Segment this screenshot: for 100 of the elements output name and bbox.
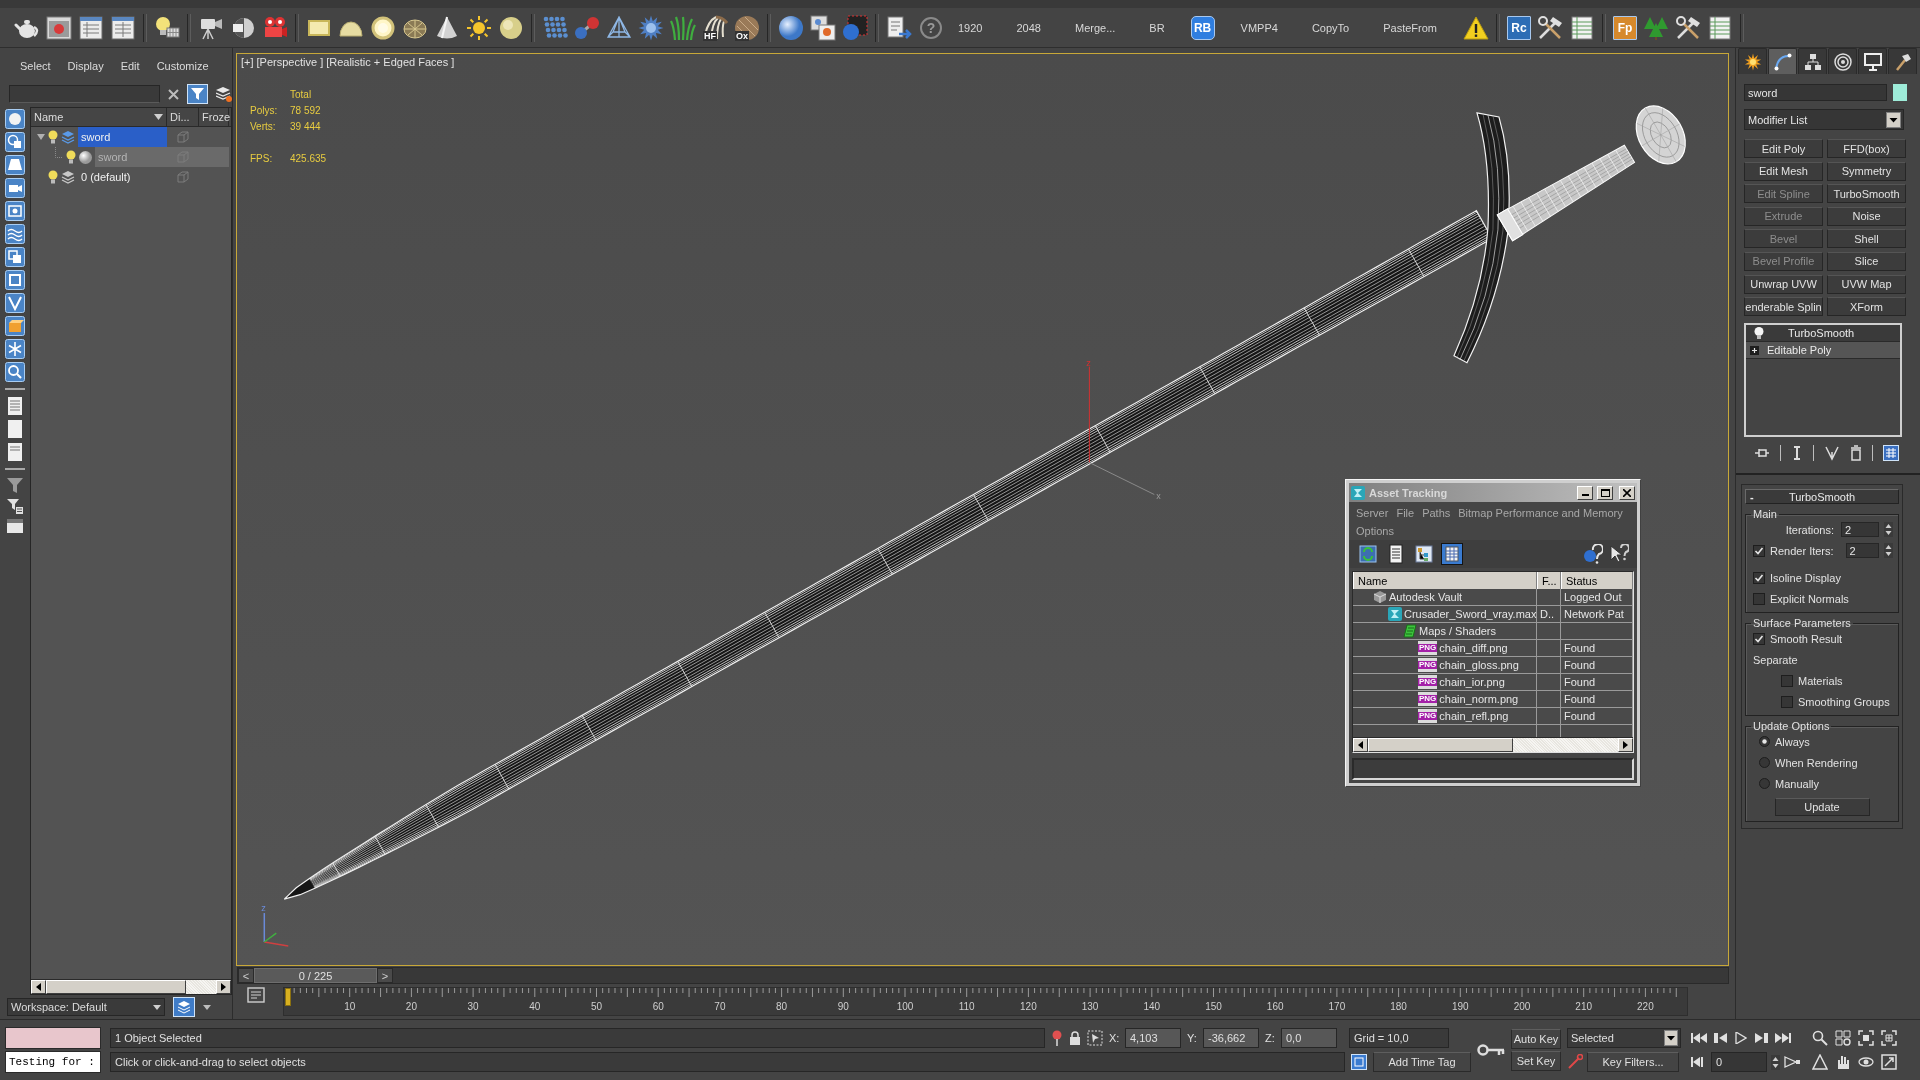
scrollbar-thumb[interactable]	[1368, 738, 1513, 752]
minimize-button[interactable]	[1577, 485, 1593, 500]
object-name-field[interactable]: sword	[1744, 84, 1887, 101]
magnifier-tile-icon[interactable]	[5, 362, 25, 382]
funnel-list-icon[interactable]	[6, 497, 24, 515]
checkbox[interactable]	[1753, 571, 1765, 584]
column-header[interactable]: Status	[1561, 572, 1633, 589]
bulb-icon[interactable]	[48, 170, 58, 184]
trapezoid-tile-icon[interactable]	[5, 155, 25, 175]
spinner-arrows-icon[interactable]	[1771, 1054, 1780, 1070]
shapes-tile-icon[interactable]	[5, 132, 25, 152]
sphere-icon[interactable]	[498, 14, 524, 41]
key-icon[interactable]	[1477, 1043, 1505, 1057]
sphere-icon[interactable]	[778, 14, 804, 41]
modifier-button[interactable]: TurboSmooth	[1827, 184, 1906, 204]
checkbox[interactable]	[1753, 632, 1765, 645]
menu-item[interactable]: Customize	[156, 60, 209, 72]
document-icon[interactable]	[7, 442, 23, 462]
tree-item[interactable]: sword	[78, 127, 167, 147]
bulb-icon[interactable]	[1754, 327, 1764, 340]
menu-item[interactable]: Edit	[120, 60, 140, 72]
checkbox-label[interactable]: Render Iters:	[1770, 544, 1834, 557]
modifier-button[interactable]: Edit Poly	[1744, 139, 1823, 158]
close-icon[interactable]	[168, 88, 179, 100]
track-bar[interactable]: 10 20 30 40 50 60 70 80 90 100 110 120 130 140 150 160 170 180 190 200 210 220	[283, 987, 1688, 1016]
asset-name[interactable]: chain_ior.png	[1439, 676, 1505, 688]
panel-tab[interactable]	[1798, 48, 1827, 74]
triangle-icon[interactable]	[1812, 1054, 1828, 1070]
funnel-icon[interactable]	[187, 84, 208, 104]
bulb-grid-icon[interactable]	[154, 14, 180, 41]
modifier-button[interactable]: FFD(box)	[1827, 139, 1906, 158]
layers-icon[interactable]	[216, 86, 232, 102]
modifier-list-dropdown[interactable]: Modifier List	[1744, 109, 1904, 130]
panel-tab[interactable]	[1768, 48, 1797, 74]
tile-icon[interactable]	[1351, 1054, 1367, 1070]
modifier-button[interactable]: UVW Map	[1827, 274, 1906, 294]
bulb-icon[interactable]	[48, 130, 58, 144]
asset-name[interactable]: chain_gloss.png	[1439, 659, 1519, 671]
pyramid-icon[interactable]	[606, 14, 632, 41]
input-field[interactable]	[5, 1027, 101, 1049]
hand-icon[interactable]	[1835, 1054, 1851, 1070]
document-arrow-icon[interactable]	[886, 14, 912, 41]
funnel-icon[interactable]	[6, 476, 24, 494]
frame-icon[interactable]	[1858, 1030, 1874, 1046]
column-header[interactable]: Name	[31, 108, 167, 126]
time-slider-thumb[interactable]: 0 / 225	[254, 968, 377, 983]
modifier-button[interactable]: Symmetry	[1827, 161, 1906, 181]
asset-name[interactable]: Crusader_Sword_vray.max	[1404, 608, 1537, 620]
checkbox-label[interactable]: Explicit Normals	[1770, 592, 1849, 605]
refresh-icon[interactable]	[1357, 543, 1379, 565]
next-frame-button[interactable]: >	[377, 968, 393, 983]
modifier-button[interactable]: Slice	[1827, 251, 1906, 271]
column-header[interactable]: Di...	[167, 108, 199, 126]
go-to-start-icon[interactable]	[1691, 1032, 1707, 1044]
checkbox-label[interactable]: Smooth Result	[1770, 632, 1843, 645]
image-tree-icon[interactable]	[1413, 543, 1435, 565]
render-window-icon[interactable]	[46, 14, 72, 41]
radio-button[interactable]	[1759, 778, 1770, 790]
asset-name[interactable]: chain_refl.png	[1439, 710, 1509, 722]
squares-tile-icon[interactable]	[5, 247, 25, 267]
table-icon[interactable]	[1707, 14, 1733, 41]
asset-name[interactable]: Maps / Shaders	[1419, 625, 1497, 637]
add-time-tag-button[interactable]: Add Time Tag	[1373, 1052, 1471, 1072]
eye-icon[interactable]	[1858, 1054, 1874, 1070]
menu-item[interactable]: Display	[67, 60, 104, 72]
radio-button[interactable]	[1759, 757, 1770, 769]
grass-icon[interactable]	[670, 14, 696, 41]
panel-icon[interactable]	[6, 518, 24, 534]
coordinate-field[interactable]: 0,0	[1281, 1028, 1337, 1048]
close-button[interactable]	[1619, 485, 1635, 500]
scroll-left-button[interactable]	[31, 980, 46, 994]
modifier-button[interactable]: Shell	[1827, 229, 1906, 249]
radio-label[interactable]: When Rendering	[1775, 756, 1858, 769]
dot-frame-tile-icon[interactable]	[5, 201, 25, 221]
ring-icon[interactable]	[370, 14, 396, 41]
expand-triangle-icon[interactable]	[37, 133, 45, 141]
update-button[interactable]: Update	[1774, 798, 1870, 817]
spinner-field[interactable]: 2	[1845, 543, 1879, 559]
logo-button[interactable]: RB	[1190, 15, 1215, 40]
table-icon[interactable]	[1569, 14, 1595, 41]
previous-frame-icon[interactable]	[1714, 1032, 1728, 1044]
set-key-button[interactable]: Set Key	[1511, 1051, 1561, 1071]
toolbar-text-button[interactable]: 1920	[950, 17, 991, 38]
scroll-right-button[interactable]	[216, 980, 231, 994]
toolbar-text-button[interactable]: VMPP4	[1232, 17, 1286, 38]
warning-icon[interactable]	[1463, 15, 1489, 40]
grid-tile-icon[interactable]	[1883, 445, 1899, 462]
column-header[interactable]: F...	[1537, 572, 1561, 589]
time-slider-track[interactable]: < 0 / 225 >	[237, 967, 1729, 984]
menu-item[interactable]: File	[1392, 504, 1419, 522]
globe-help-icon[interactable]	[1583, 544, 1603, 564]
key-mode-dropdown[interactable]: Selected	[1567, 1028, 1681, 1048]
toolbar-text-button[interactable]: CopyTo	[1303, 17, 1358, 38]
panel-tab[interactable]	[1858, 48, 1887, 74]
toolbar-text-button[interactable]: BR	[1141, 17, 1173, 38]
table-icon[interactable]	[1441, 543, 1463, 565]
lines-document-icon[interactable]	[7, 396, 23, 416]
camera-tile-icon[interactable]	[5, 178, 25, 198]
checkbox-label[interactable]: Materials	[1798, 674, 1843, 687]
spinner-arrows-icon[interactable]	[1884, 543, 1893, 559]
